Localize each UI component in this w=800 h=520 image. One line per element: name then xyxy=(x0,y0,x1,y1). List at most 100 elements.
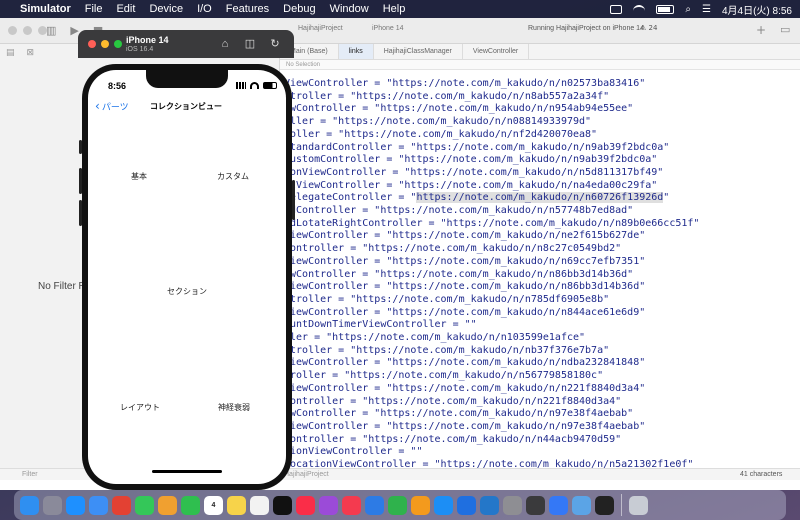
code-line[interactable]: ionViewController = "https://note.com/m_… xyxy=(284,167,663,180)
code-line[interactable]: ViewController = "https://note.com/m_kak… xyxy=(284,383,645,396)
activity-icon[interactable] xyxy=(526,495,545,515)
calendar-icon[interactable]: 4 xyxy=(204,495,223,515)
screenshot-icon[interactable]: ◫ xyxy=(243,37,257,51)
code-line[interactable]: CustomController = "https://note.com/m_k… xyxy=(284,154,657,167)
simulator-minimize-button[interactable] xyxy=(101,40,109,48)
code-line[interactable]: ViewController = "https://note.com/m_kak… xyxy=(284,421,645,434)
code-line[interactable]: rdController = "https://note.com/m_kakud… xyxy=(284,205,633,218)
appletv-icon[interactable] xyxy=(273,495,292,515)
selected-text[interactable]: https://note.com/m_kakudo/n/n60726f13926… xyxy=(416,192,664,204)
source-control-icon[interactable]: ⊠ xyxy=(27,48,35,58)
code-line[interactable]: ntroller = "https://note.com/m_kakudo/n/… xyxy=(284,345,609,358)
code-line[interactable]: ViewController = "https://note.com/m_kak… xyxy=(284,230,645,243)
preferences-icon[interactable] xyxy=(503,495,522,515)
preview-icon[interactable] xyxy=(572,495,591,515)
code-line[interactable]: troller = "https://note.com/m_kakudo/n/n… xyxy=(284,370,603,383)
home-icon[interactable]: ⌂ xyxy=(218,37,232,51)
code-editor[interactable]: ViewController = "https://note.com/m_kak… xyxy=(280,70,800,468)
add-icon[interactable]: + xyxy=(756,23,766,37)
pages-icon[interactable] xyxy=(411,495,430,515)
chrome-icon[interactable] xyxy=(112,495,131,515)
terminal-icon[interactable] xyxy=(595,495,614,515)
sidebar-toggle-icon[interactable]: ▥ xyxy=(46,24,56,37)
safari-icon[interactable] xyxy=(66,495,85,515)
cell-basic[interactable]: 基本 xyxy=(131,171,147,182)
inspector-toggle-icon[interactable]: ▭ xyxy=(780,23,790,36)
menu-app-name[interactable]: Simulator xyxy=(20,3,71,15)
xcode-minimize-button[interactable] xyxy=(23,26,32,35)
tab-view-controller[interactable]: ViewController xyxy=(463,44,530,59)
tab-links[interactable]: links xyxy=(338,44,374,59)
code-line[interactable]: LocationViewController = "https://note.c… xyxy=(284,459,693,468)
news-icon[interactable] xyxy=(342,495,361,515)
scheme-project[interactable]: HajihajiProject xyxy=(298,25,343,32)
rotate-icon[interactable]: ↻ xyxy=(268,37,282,51)
menu-debug[interactable]: Debug xyxy=(283,3,315,15)
recording-icon[interactable] xyxy=(610,4,623,14)
control-center-icon[interactable]: ☰ xyxy=(702,4,711,15)
cell-custom[interactable]: カスタム xyxy=(217,171,249,182)
trash-icon[interactable] xyxy=(629,495,648,515)
code-line[interactable]: ewController = "https://note.com/m_kakud… xyxy=(284,103,633,116)
code-line[interactable]: ViewController = "https://note.com/m_kak… xyxy=(284,256,645,269)
finder-icon[interactable] xyxy=(20,495,39,515)
search-icon[interactable]: ⌕ xyxy=(685,4,691,15)
appstore-icon[interactable] xyxy=(434,495,453,515)
cell-layout[interactable]: レイアウト xyxy=(120,402,160,413)
facetime-icon[interactable] xyxy=(181,495,200,515)
code-line[interactable]: ountDownTimerViewController = "" xyxy=(284,319,477,332)
podcasts-icon[interactable] xyxy=(319,495,338,515)
keynote-icon[interactable] xyxy=(365,495,384,515)
code-line[interactable]: oller = "https://note.com/m_kakudo/n/n08… xyxy=(284,116,591,129)
code-line[interactable]: ViewController = "https://note.com/m_kak… xyxy=(284,78,645,91)
numbers-icon[interactable] xyxy=(388,495,407,515)
menu-edit[interactable]: Edit xyxy=(116,3,135,15)
code-line[interactable]: ViewController = "https://note.com/m_kak… xyxy=(284,281,645,294)
xcode-close-button[interactable] xyxy=(8,26,17,35)
simulator-close-button[interactable] xyxy=(88,40,96,48)
xcode-icon[interactable] xyxy=(457,495,476,515)
music-icon[interactable] xyxy=(296,495,315,515)
code-line[interactable]: ller = "https://note.com/m_kakudo/n/n103… xyxy=(284,332,585,345)
code-line[interactable]: ntroller = "https://note.com/m_kakudo/n/… xyxy=(284,294,609,307)
code-line[interactable]: Controller = "https://note.com/m_kakudo/… xyxy=(284,434,621,447)
code-line[interactable]: StandardController = "https://note.com/m… xyxy=(284,142,669,155)
mail-icon[interactable] xyxy=(89,495,108,515)
cell-section[interactable]: セクション xyxy=(167,286,207,297)
launchpad-icon[interactable] xyxy=(43,495,62,515)
code-line[interactable]: utViewController = "https://note.com/m_k… xyxy=(284,180,657,193)
code-line[interactable]: ViewController = "https://note.com/m_kak… xyxy=(284,307,645,320)
photos-icon[interactable] xyxy=(158,495,177,515)
wifi-icon[interactable] xyxy=(633,4,646,14)
cell-memory-game[interactable]: 神経衰弱 xyxy=(218,402,250,413)
code-line[interactable]: Controller = "https://note.com/m_kakudo/… xyxy=(284,243,621,256)
menu-file[interactable]: File xyxy=(85,3,103,15)
reminders-icon[interactable] xyxy=(250,495,269,515)
menu-features[interactable]: Features xyxy=(226,3,269,15)
back-button[interactable]: ‹ パーツ xyxy=(95,100,129,113)
menu-help[interactable]: Help xyxy=(383,3,406,15)
simulator-zoom-button[interactable] xyxy=(114,40,122,48)
code-line[interactable]: Controller = "https://note.com/m_kakudo/… xyxy=(284,396,621,409)
code-line[interactable]: ewController = "https://note.com/m_kakud… xyxy=(284,408,633,421)
folder-icon[interactable]: ▤ xyxy=(6,48,15,58)
code-line[interactable]: rdLotateRightController = "https://note.… xyxy=(284,218,699,231)
battery-icon[interactable] xyxy=(656,4,675,14)
code-line[interactable]: ntroller = "https://note.com/m_kakudo/n/… xyxy=(284,91,609,104)
menu-io[interactable]: I/O xyxy=(197,3,212,15)
menu-device[interactable]: Device xyxy=(149,3,183,15)
jump-bar[interactable]: No Selection xyxy=(280,60,800,70)
code-line[interactable]: ewController = "https://note.com/m_kakud… xyxy=(284,269,633,282)
code-line[interactable]: ViewController = "https://note.com/m_kak… xyxy=(284,357,645,370)
warning-count[interactable]: ⚠ 24 xyxy=(640,24,657,32)
menubar-clock[interactable]: 4月4日(火) 8:56 xyxy=(722,2,792,17)
notes-icon[interactable] xyxy=(227,495,246,515)
messages-icon[interactable] xyxy=(135,495,154,515)
code-line[interactable]: roller = "https://note.com/m_kakudo/n/nf… xyxy=(284,129,597,142)
tab-class-manager[interactable]: HajihajiClassManager xyxy=(374,44,463,59)
code-line[interactable]: DelegateController = "https://note.com/m… xyxy=(284,192,669,205)
code-line[interactable]: tionViewController = "" xyxy=(284,446,422,459)
menu-window[interactable]: Window xyxy=(330,3,369,15)
simulator-icon[interactable] xyxy=(549,495,568,515)
vscode-icon[interactable] xyxy=(480,495,499,515)
